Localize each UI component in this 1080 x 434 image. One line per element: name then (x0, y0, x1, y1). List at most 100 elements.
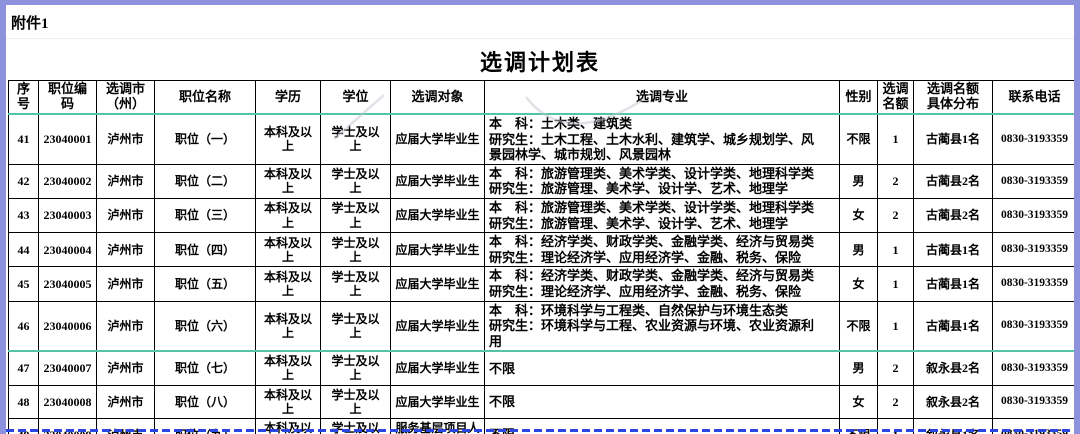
cell: 本 科：土木类、建筑类 研究生：土木工程、土木水利、建筑学、城乡规划学、风景园林… (484, 113, 840, 165)
cell: 男 (839, 232, 878, 268)
cell: 学士及以上 (320, 384, 391, 419)
cell: 不限 (839, 300, 878, 352)
header-cell: 职位名称 (154, 80, 256, 115)
cell: 古蔺县2名 (913, 197, 993, 234)
cell: 职位（七） (154, 350, 256, 386)
cell: 学士及以上 (320, 232, 391, 268)
cell: 职位（五） (154, 266, 256, 302)
table-row: 42 23040002 泸州市 职位（二） 本科及以上 学士及以上 应届大学毕业生本 科：旅… (8, 163, 1074, 199)
cell: 学士及以上 (320, 300, 391, 352)
cell: 泸州市 (96, 266, 155, 302)
cell: 叙永县2名 (913, 350, 993, 386)
table-row: 44 23040004 泸州市 职位（四） 本科及以上 学士及以上 应届大学毕业生本 科：经… (8, 232, 1074, 268)
cell: 应届大学毕业生 (390, 350, 485, 386)
cell: 本科及以上 (255, 350, 321, 386)
cell: 职位（六） (154, 300, 256, 352)
cell: 女 (839, 384, 878, 419)
cell: 2 (877, 384, 914, 419)
cell: 23040007 (38, 350, 97, 386)
cell: 23040008 (38, 384, 97, 419)
cell: 学士及以上 (320, 350, 391, 386)
plan-table-header: 序号 职位编码 选调市（州） 职位名称 学历 学位 选调对象 选调专业 性别 选调名额 选调名额具体… (8, 80, 1074, 115)
table-row: 47 23040007 泸州市 职位（七） 本科及以上 学士及以上 应届大学毕业生 不限男 2 叙… (8, 350, 1074, 386)
cell: 23040001 (38, 113, 97, 165)
table-row: 45 23040005 泸州市 职位（五） 本科及以上 学士及以上 应届大学毕业生本 科：经… (8, 266, 1074, 302)
cell: 不限 (484, 350, 840, 386)
table-row: 41 23040001 泸州市 职位（一） 本科及以上 学士及以上 应届大学毕业生本 科：土… (8, 113, 1074, 165)
cell: 应届大学毕业生 (390, 300, 485, 352)
top-accent-segment (385, 0, 485, 5)
cell: 本科及以上 (255, 232, 321, 268)
cell: 古蔺县1名 (913, 113, 993, 165)
cell: 2 (877, 197, 914, 234)
header-cell: 联系电话 (992, 80, 1074, 115)
cell: 不限 (839, 113, 878, 165)
cell: 本 科：经济学类、财政学类、金融学类、经济与贸易类 研究生：理论经济学、应用经济… (484, 266, 840, 302)
header-cell: 选调名额具体分布 (913, 80, 993, 115)
cell: 古蔺县1名 (913, 300, 993, 352)
cell: 0830-3193359 (992, 197, 1074, 234)
cell: 41 (8, 113, 39, 165)
cell: 0830-3193359 (992, 113, 1074, 165)
page-break-line (6, 429, 1074, 432)
cell: 泸州市 (96, 197, 155, 234)
cell: 0830-3193359 (992, 266, 1074, 302)
cell: 1 (877, 300, 914, 352)
cell: 职位（一） (154, 113, 256, 165)
cell: 本科及以上 (255, 197, 321, 234)
cell: 职位（二） (154, 163, 256, 199)
page-title: 选调计划表 (479, 50, 600, 75)
cell: 0830-3193359 (992, 232, 1074, 268)
cell: 2 (877, 163, 914, 199)
cell: 46 (8, 300, 39, 352)
cell: 学士及以上 (320, 266, 391, 302)
cell: 女 (839, 197, 878, 234)
cell: 43 (8, 197, 39, 234)
header-cell: 选调专业 (484, 80, 840, 115)
cell: 1 (877, 232, 914, 268)
cell: 古蔺县1名 (913, 232, 993, 268)
cell: 42 (8, 163, 39, 199)
cell: 48 (8, 384, 39, 419)
cell: 0830-3193359 (992, 163, 1074, 199)
cell: 0830-3193359 (992, 300, 1074, 352)
cell: 本 科：旅游管理类、美术学类、设计学类、地理科学类 研究生：旅游管理、美术学、设… (484, 197, 840, 234)
header-cell: 学历 (255, 80, 321, 115)
header-cell: 职位编码 (38, 80, 97, 115)
cell: 23040004 (38, 232, 97, 268)
cell: 学士及以上 (320, 197, 391, 234)
cell: 泸州市 (96, 384, 155, 419)
cell: 44 (8, 232, 39, 268)
cell: 泸州市 (96, 163, 155, 199)
cell: 应届大学毕业生 (390, 232, 485, 268)
cell: 1 (877, 113, 914, 165)
cell: 本科及以上 (255, 300, 321, 352)
cell: 本科及以上 (255, 113, 321, 165)
attachment-label: 附件1 (11, 16, 49, 32)
cell: 应届大学毕业生 (390, 384, 485, 419)
cell: 女 (839, 266, 878, 302)
cell: 应届大学毕业生 (390, 197, 485, 234)
header-cell: 选调名额 (877, 80, 914, 115)
cell: 47 (8, 350, 39, 386)
header-cell: 选调对象 (390, 80, 485, 115)
plan-table-body: 41 23040001 泸州市 职位（一） 本科及以上 学士及以上 应届大学毕业生本 科：土… (8, 113, 1074, 434)
cell: 学士及以上 (320, 163, 391, 199)
cell: 男 (839, 350, 878, 386)
header-cell: 学位 (320, 80, 391, 115)
header-cell: 性别 (839, 80, 878, 115)
cell: 泸州市 (96, 232, 155, 268)
cell: 不限 (484, 384, 840, 419)
cell: 男 (839, 163, 878, 199)
cell: 1 (877, 266, 914, 302)
cell: 本 科：经济学类、财政学类、金融学类、经济与贸易类 研究生：理论经济学、应用经济… (484, 232, 840, 268)
header-cell: 序号 (8, 80, 39, 115)
cell: 本科及以上 (255, 384, 321, 419)
cell: 本 科：环境科学与工程类、自然保护与环境生态类 研究生：环境科学与工程、农业资源… (484, 300, 840, 352)
cell: 古蔺县1名 (913, 266, 993, 302)
cell: 学士及以上 (320, 113, 391, 165)
cell: 23040006 (38, 300, 97, 352)
cell: 本 科：旅游管理类、美术学类、设计学类、地理科学类 研究生：旅游管理、美术学、设… (484, 163, 840, 199)
cell: 本科及以上 (255, 163, 321, 199)
cell: 泸州市 (96, 113, 155, 165)
